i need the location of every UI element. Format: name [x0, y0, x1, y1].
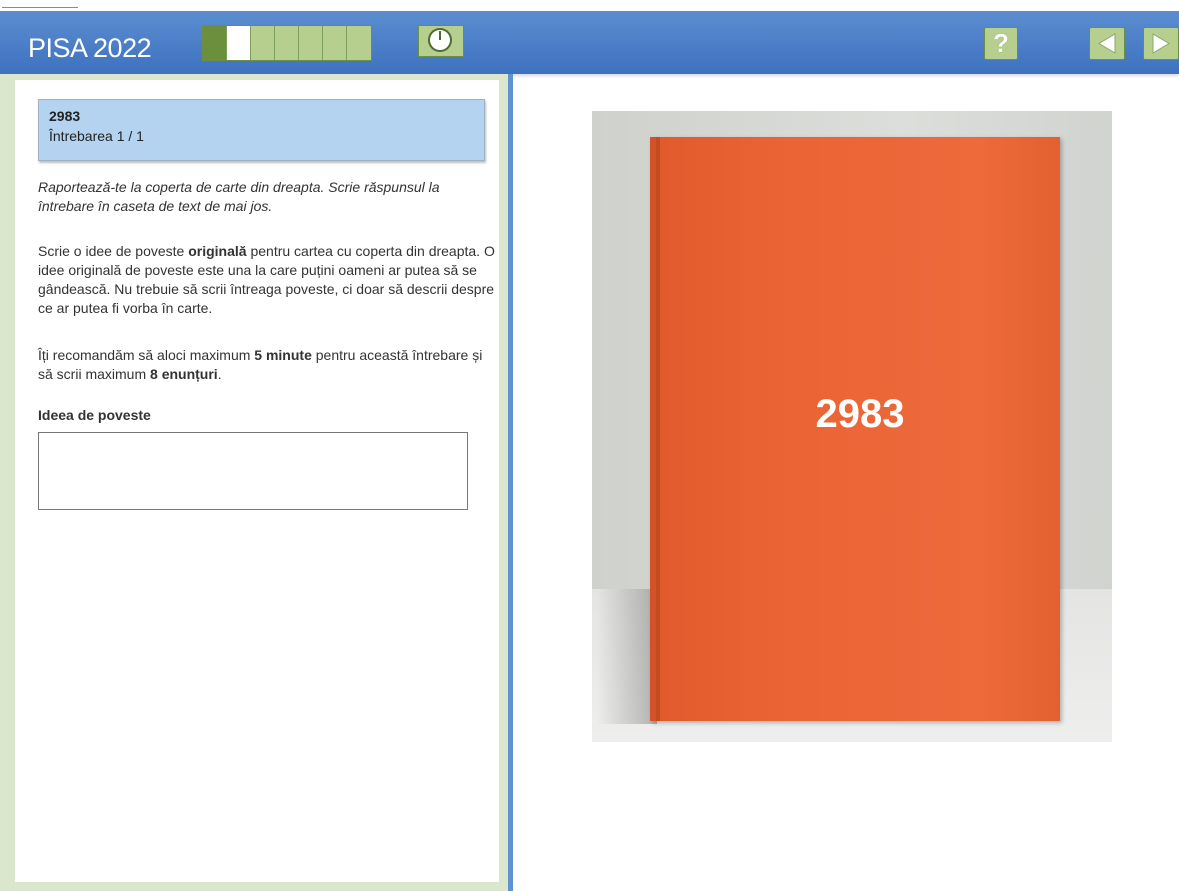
question-number: Întrebarea 1 / 1: [49, 128, 144, 144]
question-icon: ?: [993, 28, 1009, 58]
question-id: 2983: [49, 108, 81, 124]
text-span: Îți recomandăm să aloci maximum: [38, 347, 255, 363]
question-header: 2983 Întrebarea 1 / 1: [38, 99, 485, 161]
progress-segment: [275, 26, 299, 60]
divider: [2, 7, 78, 8]
previous-button[interactable]: [1089, 27, 1125, 60]
question-frame: 2983 Întrebarea 1 / 1 Raportează-te la c…: [0, 74, 513, 891]
timer-button[interactable]: [418, 25, 464, 57]
instruction-text: Raportează-te la coperta de carte din dr…: [38, 179, 440, 214]
book-cover-image: 2983: [592, 111, 1112, 742]
question-panel: 2983 Întrebarea 1 / 1 Raportează-te la c…: [15, 80, 499, 882]
next-button[interactable]: [1143, 27, 1179, 60]
progress-segment: [299, 26, 323, 60]
top-strip: [0, 0, 1179, 11]
progress-segment: [251, 26, 275, 60]
arrow-right-icon: [1152, 33, 1170, 54]
help-button[interactable]: ?: [984, 27, 1018, 60]
progress-segment-current: [227, 26, 251, 60]
progress-bar: [202, 25, 372, 61]
progress-segment: [347, 26, 371, 60]
emphasis-text: originală: [188, 243, 247, 259]
progress-segment: [203, 26, 227, 60]
image-shadow: [597, 589, 657, 724]
book-title: 2983: [815, 392, 905, 436]
arrow-left-icon: [1098, 33, 1116, 54]
text-span: Scrie o idee de poveste: [38, 243, 189, 259]
app-title: PISA 2022: [28, 33, 152, 63]
recommendation-paragraph: Îți recomandăm să aloci maximum 5 minute…: [38, 346, 498, 384]
emphasis-text: 8 enunțuri: [150, 366, 218, 382]
answer-textbox[interactable]: [38, 432, 468, 510]
task-paragraph: Scrie o idee de poveste originală pentru…: [38, 242, 498, 318]
text-span: .: [217, 366, 222, 382]
clock-hand: [439, 31, 441, 40]
progress-segment: [323, 26, 347, 60]
book: 2983: [650, 137, 1060, 721]
answer-label: Ideea de poveste: [38, 407, 151, 423]
emphasis-text: 5 minute: [254, 347, 312, 363]
app-header: PISA 2022 ?: [0, 11, 1179, 74]
